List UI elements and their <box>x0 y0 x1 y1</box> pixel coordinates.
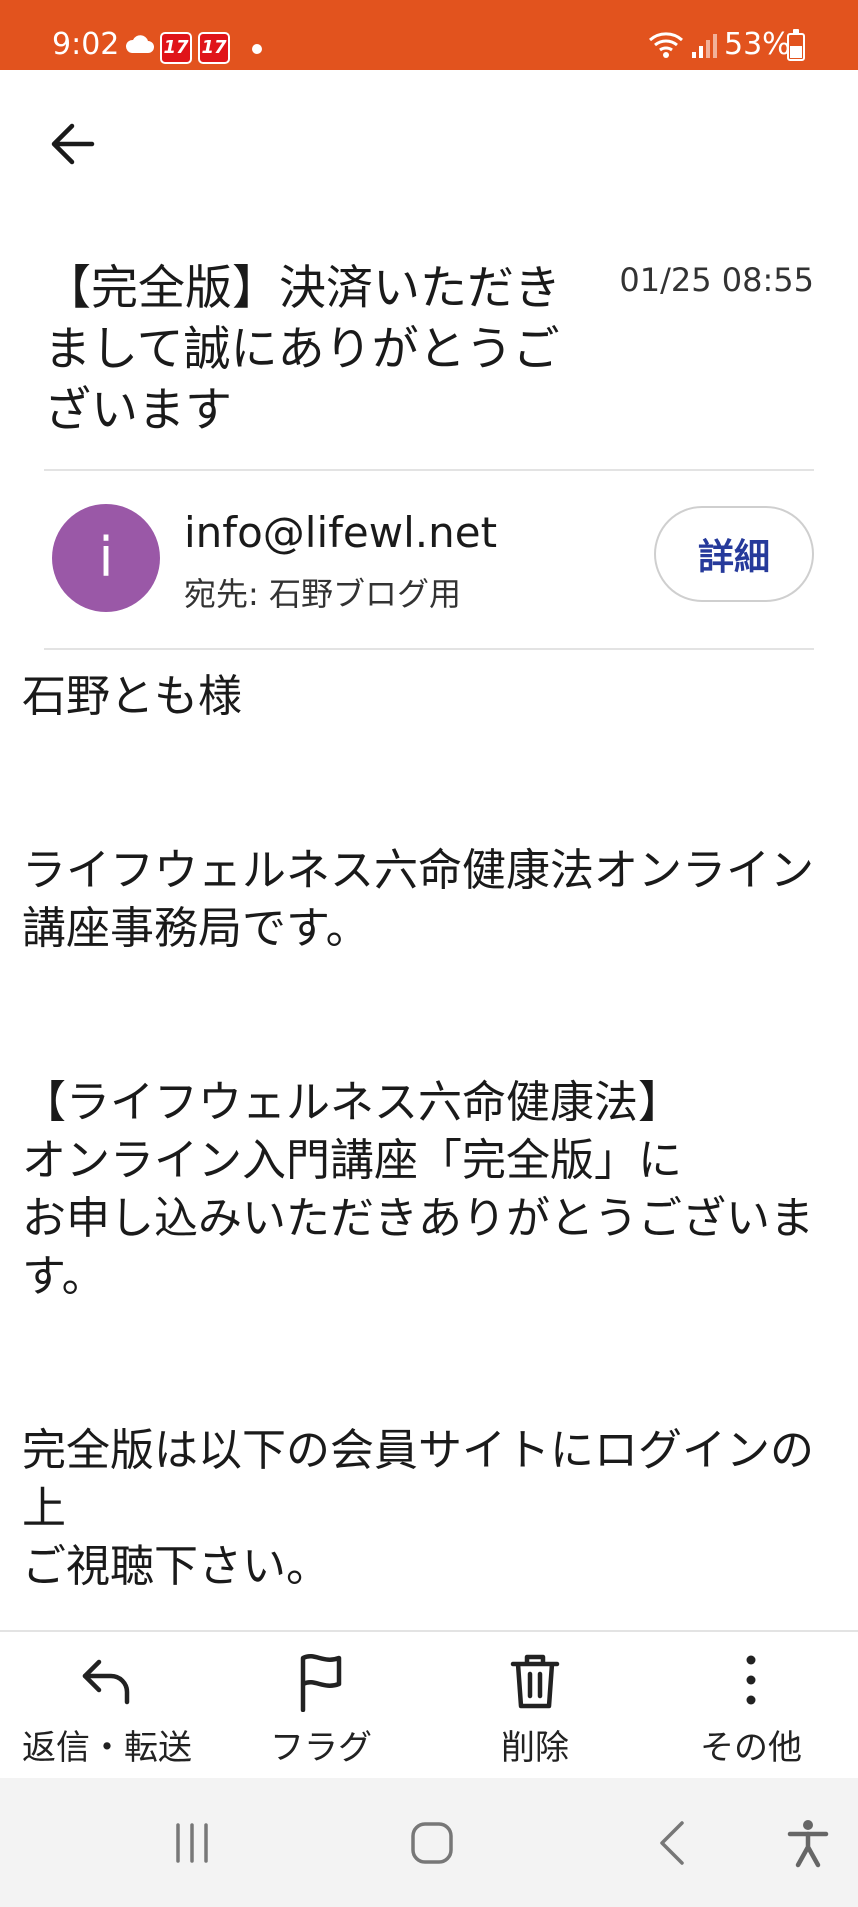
accessibility-icon <box>787 1820 829 1868</box>
body-line: 完全版は以下の会員サイトにログインの上 <box>22 1425 814 1534</box>
body-line: オンライン入門講座「完全版」に <box>22 1135 682 1186</box>
flag-button[interactable]: フラグ <box>214 1632 428 1780</box>
flag-label: フラグ <box>270 1728 372 1768</box>
battery-icon <box>787 29 805 61</box>
battery-percent: 53% <box>724 27 791 62</box>
nav-back-button[interactable] <box>640 1808 704 1878</box>
email-subject: 【完全版】決済いただきまして誠にありがとうございます <box>44 261 561 438</box>
arrow-left-icon <box>51 123 95 165</box>
sender-address[interactable]: info@lifewl.net <box>184 508 497 558</box>
signal-icon <box>690 32 718 64</box>
email-body: 石野とも様 ライフウェルネス六命健康法オンライン講座事務局です。 【ライフウェル… <box>22 668 838 1596</box>
body-line: ライフウェルネス六命健康法オンライン講座事務局です。 <box>22 845 814 954</box>
body-line <box>22 958 838 1016</box>
system-nav-bar <box>0 1778 858 1907</box>
wifi-icon <box>648 30 684 64</box>
recent-apps-icon <box>176 1823 208 1863</box>
back-button[interactable] <box>40 112 104 176</box>
avatar[interactable]: i <box>52 504 160 612</box>
body-line: 【ライフウェルネス六命健康法】 <box>22 1077 682 1128</box>
reply-forward-label: 返信・転送 <box>22 1728 192 1768</box>
cloud-icon <box>124 34 154 58</box>
flag-icon <box>214 1652 428 1716</box>
trash-icon <box>428 1652 642 1716</box>
recipient-line: 宛先: 石野ブログ用 <box>184 575 461 613</box>
reply-icon <box>0 1652 214 1716</box>
more-button[interactable]: その他 <box>644 1632 858 1780</box>
body-line <box>22 726 838 784</box>
more-notifications-dot-icon <box>252 44 262 54</box>
more-label: その他 <box>700 1728 802 1768</box>
accessibility-button[interactable] <box>776 1808 840 1878</box>
details-button[interactable]: 詳細 <box>654 506 814 602</box>
delete-button[interactable]: 削除 <box>428 1632 642 1780</box>
recent-apps-button[interactable] <box>162 1808 222 1878</box>
more-vertical-icon <box>644 1652 858 1716</box>
divider <box>44 648 814 650</box>
divider <box>44 469 814 471</box>
reply-forward-button[interactable]: 返信・転送 <box>0 1632 214 1780</box>
body-line <box>22 1016 838 1074</box>
back-icon <box>660 1821 684 1865</box>
home-button[interactable] <box>400 1808 464 1878</box>
status-bar: 9:02 17 17 53% <box>0 0 858 70</box>
body-line: お申し込みいただきありがとうございます。 <box>22 1193 814 1302</box>
notification-badge-icon: 17 <box>160 32 192 64</box>
status-time: 9:02 <box>52 27 120 62</box>
email-date: 01/25 08:55 <box>619 261 814 299</box>
home-icon <box>411 1822 453 1864</box>
notification-badge-icon: 17 <box>198 32 230 64</box>
body-line <box>22 1306 838 1364</box>
body-line: 石野とも様 <box>22 671 242 722</box>
body-line <box>22 1364 838 1422</box>
body-line <box>22 784 838 842</box>
body-line: ご視聴下さい。 <box>22 1541 330 1592</box>
delete-label: 削除 <box>501 1728 569 1768</box>
action-bar: 返信・転送 フラグ 削除 その他 <box>0 1630 858 1778</box>
